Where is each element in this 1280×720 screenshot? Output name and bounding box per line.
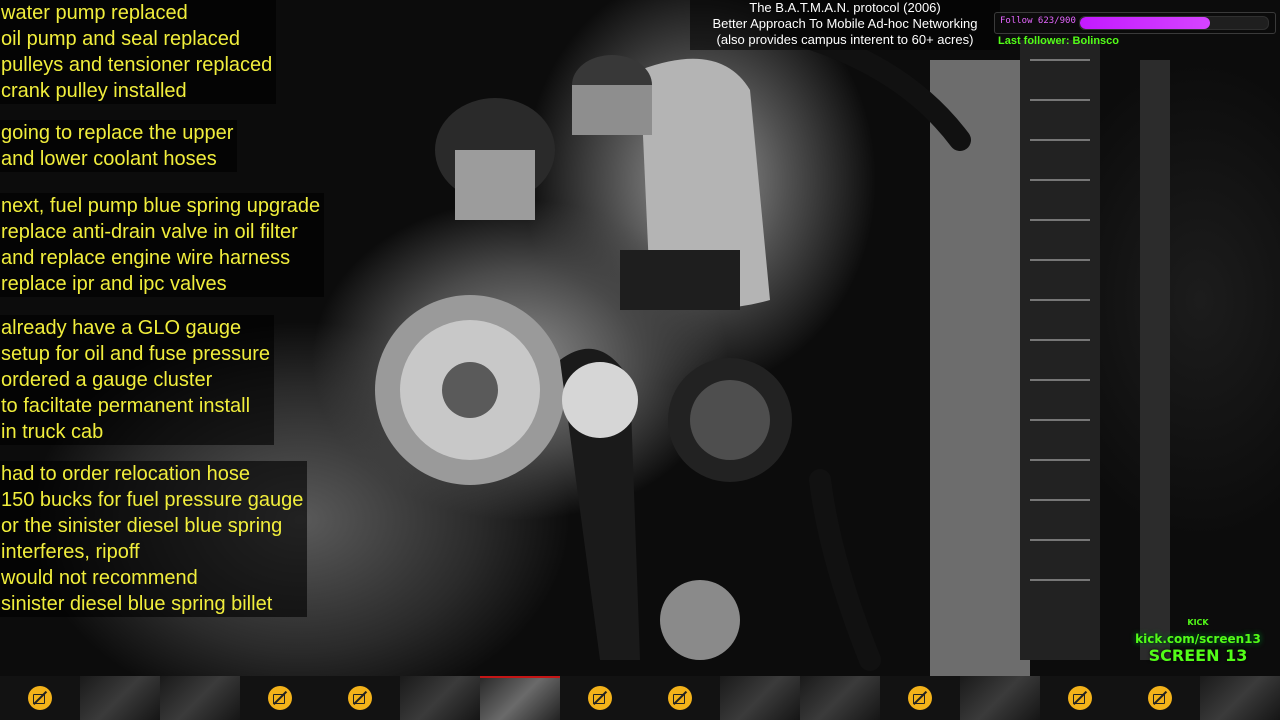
camera-thumbnail[interactable] bbox=[240, 676, 320, 720]
camera-off-icon bbox=[268, 686, 292, 710]
caption-line-note: (also provides campus interent to 60+ ac… bbox=[716, 32, 974, 47]
alternator bbox=[375, 295, 565, 485]
camera-off-icon bbox=[588, 686, 612, 710]
camera-thumbnail[interactable] bbox=[960, 676, 1040, 720]
serpentine-belt bbox=[560, 348, 792, 660]
camera-thumbnail[interactable] bbox=[800, 676, 880, 720]
notes-block-gauge: already have a GLO gauge setup for oil a… bbox=[0, 315, 275, 445]
camera-thumbnail[interactable] bbox=[640, 676, 720, 720]
follow-goal-label: Follow 623/900 bbox=[1000, 16, 1076, 26]
follow-goal-widget: Follow 623/900 bbox=[994, 12, 1276, 34]
note-line: and replace engine wire harness bbox=[1, 247, 291, 269]
note-line: crank pulley installed bbox=[1, 80, 187, 102]
note-line: would not recommend bbox=[1, 567, 198, 589]
camera-thumbnail[interactable] bbox=[480, 676, 560, 720]
camera-thumbnail[interactable] bbox=[0, 676, 80, 720]
camera-thumbnail[interactable] bbox=[1120, 676, 1200, 720]
camera-off-icon bbox=[1068, 686, 1092, 710]
camera-off-icon bbox=[348, 686, 372, 710]
notes-block-hoses: going to replace the upper and lower coo… bbox=[0, 120, 238, 172]
follow-progress-fill bbox=[1080, 17, 1211, 29]
camera-off-icon bbox=[1148, 686, 1172, 710]
notes-block-next: next, fuel pump blue spring upgrade repl… bbox=[0, 193, 325, 297]
note-line: 150 bucks for fuel pressure gauge bbox=[1, 489, 304, 511]
camera-thumbnail[interactable] bbox=[1200, 676, 1280, 720]
note-line: going to replace the upper bbox=[1, 122, 234, 144]
camera-strip bbox=[0, 676, 1280, 720]
note-line: in truck cab bbox=[1, 421, 104, 443]
notes-block-completed: water pump replaced oil pump and seal re… bbox=[0, 0, 277, 104]
note-line: to faciltate permanent install bbox=[1, 395, 251, 417]
camera-off-icon bbox=[28, 686, 52, 710]
note-line: pulleys and tensioner replaced bbox=[1, 54, 273, 76]
kick-logo-url: kick.com/screen13 bbox=[1135, 632, 1261, 646]
note-line: replace ipr and ipc valves bbox=[1, 273, 227, 295]
notes-block-relocation: had to order relocation hose 150 bucks f… bbox=[0, 461, 308, 617]
note-line: setup for oil and fuse pressure bbox=[1, 343, 271, 365]
camera-thumbnail[interactable] bbox=[880, 676, 960, 720]
note-line: ordered a gauge cluster bbox=[1, 369, 213, 391]
note-line: or the sinister diesel blue spring bbox=[1, 515, 283, 537]
camera-off-icon bbox=[908, 686, 932, 710]
note-line: next, fuel pump blue spring upgrade bbox=[1, 195, 321, 217]
camera-thumbnail[interactable] bbox=[160, 676, 240, 720]
note-line: had to order relocation hose bbox=[1, 463, 251, 485]
stream-caption: The B.A.T.M.A.N. protocol (2006) Better … bbox=[690, 0, 1000, 50]
kick-logo-small: KICK bbox=[1187, 618, 1209, 627]
note-line: already have a GLO gauge bbox=[1, 317, 242, 339]
camera-thumbnail[interactable] bbox=[1040, 676, 1120, 720]
note-line: sinister diesel blue spring billet bbox=[1, 593, 273, 615]
camera-thumbnail[interactable] bbox=[560, 676, 640, 720]
camera-off-icon bbox=[668, 686, 692, 710]
note-line: water pump replaced bbox=[1, 2, 188, 24]
caption-line-expansion: Better Approach To Mobile Ad-hoc Network… bbox=[712, 16, 978, 31]
caption-line-title: The B.A.T.M.A.N. protocol (2006) bbox=[749, 0, 941, 15]
camera-thumbnail[interactable] bbox=[400, 676, 480, 720]
last-follower-text: Last follower: Bolinsco bbox=[998, 35, 1120, 47]
note-line: interferes, ripoff bbox=[1, 541, 140, 563]
follow-progress-track bbox=[1079, 16, 1269, 30]
camera-thumbnail[interactable] bbox=[320, 676, 400, 720]
kick-logo-name: SCREEN 13 bbox=[1148, 646, 1248, 665]
note-line: replace anti-drain valve in oil filter bbox=[1, 221, 298, 243]
oil-filter-housing bbox=[435, 55, 652, 220]
note-line: oil pump and seal replaced bbox=[1, 28, 241, 50]
kick-logo: KICK kick.com/screen13 SCREEN 13 bbox=[1134, 606, 1262, 668]
camera-thumbnail[interactable] bbox=[720, 676, 800, 720]
note-line: and lower coolant hoses bbox=[1, 148, 217, 170]
camera-thumbnail[interactable] bbox=[80, 676, 160, 720]
